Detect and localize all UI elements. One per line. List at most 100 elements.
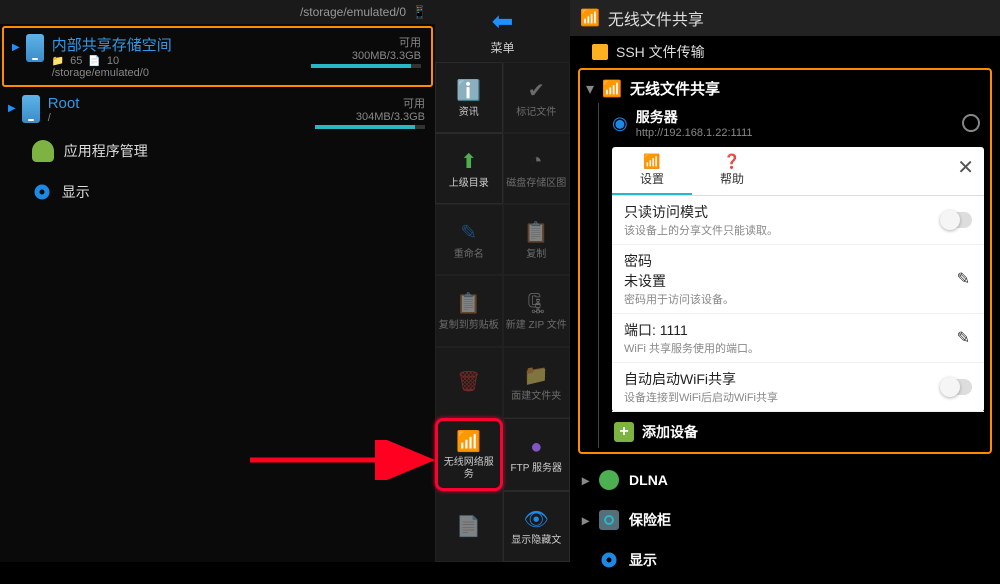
chevron-right-icon: ▸ — [582, 472, 589, 489]
up-arrow-icon: ⬆ — [455, 148, 483, 176]
toggle-switch[interactable] — [940, 379, 972, 395]
expand-icon[interactable]: ▶ — [8, 103, 16, 114]
safe-item[interactable]: ▸ 保险柜 — [578, 500, 992, 540]
menu-rename[interactable]: ✎ 重命名 — [435, 204, 503, 275]
tab-label: 帮助 — [720, 172, 744, 186]
wifi-icon: 📶 — [455, 427, 483, 455]
server-label: 服务器 — [636, 107, 753, 127]
settings-card: 📶 设置 ❓ 帮助 ✕ 只读访问模式 该设备上的分享文件只能读取。 — [612, 147, 984, 412]
storage-path: /storage/emulated/0 — [52, 67, 423, 79]
file-plus-icon: 📄 — [455, 512, 483, 540]
avail-label: 可用 — [311, 34, 421, 50]
server-row[interactable]: ◉ 服务器 http://192.168.1.22:1111 — [612, 103, 984, 143]
row-sub: 该设备上的分享文件只能读取。 — [624, 222, 972, 238]
check-icon: ✔ — [522, 77, 550, 105]
plus-icon: + — [614, 422, 634, 442]
menu-ftp-server[interactable]: ● FTP 服务器 — [503, 418, 571, 491]
storage-size: 304MB/3.3GB — [315, 111, 425, 123]
password-value: 未设置 — [624, 271, 972, 291]
menu-wifi-service[interactable]: 📶 无线网络服务 — [435, 418, 503, 491]
phone-mini-icon: 📱 — [412, 5, 427, 19]
radio-button[interactable] — [962, 114, 980, 132]
menu-mark-files[interactable]: ✔ 标记文件 — [503, 62, 571, 133]
safe-icon — [599, 510, 619, 530]
readonly-mode-row[interactable]: 只读访问模式 该设备上的分享文件只能读取。 — [612, 196, 984, 245]
storage-root[interactable]: ▶ Root / 可用 304MB/3.3GB — [0, 89, 435, 130]
phone-icon — [26, 34, 44, 62]
wifi-share-section: ▾ 📶 无线文件共享 ◉ 服务器 http://192.168.1.22:111… — [578, 68, 992, 454]
password-row[interactable]: 密码 未设置 密码用于访问该设备。 ✎ — [612, 245, 984, 314]
row-sub: WiFi 共享服务使用的端口。 — [624, 340, 972, 356]
menu-back[interactable]: ⬅ 菜单 — [435, 0, 570, 62]
broadcast-icon: ◉ — [612, 113, 628, 134]
tab-settings[interactable]: 📶 设置 — [612, 147, 692, 195]
edit-icon[interactable]: ✎ — [957, 269, 970, 289]
row-title: 自动启动WiFi共享 — [624, 369, 972, 389]
edit-icon[interactable]: ✎ — [957, 328, 970, 348]
chevron-right-icon: ▸ — [582, 512, 589, 529]
wifi-icon: 📶 — [602, 79, 622, 99]
menu-delete[interactable]: 🗑 — [435, 347, 503, 418]
menu-panel: ⬅ 菜单 ℹ️ 资讯 ✔ 标记文件 ⬆ 上级目录 ◔ 磁盘存储区图 ✎ 重命名 … — [435, 0, 570, 562]
tab-help[interactable]: ❓ 帮助 — [692, 147, 772, 195]
row-sub: 设备连接到WiFi后启动WiFi共享 — [624, 389, 972, 405]
storage-internal[interactable]: ▶ 内部共享存储空间 📁 65 📄 10 /storage/emulated/0… — [2, 26, 433, 87]
lock-icon — [592, 44, 608, 60]
eye-icon: 👁 — [522, 505, 550, 533]
dlna-item[interactable]: ▸ DLNA — [578, 460, 992, 500]
display-label: 显示 — [629, 550, 657, 570]
wifi-share-panel: 📶 无线文件共享 SSH 文件传输 ▾ 📶 无线文件共享 ◉ 服务器 http: — [570, 0, 1000, 562]
menu-new-zip[interactable]: 🗜 新建 ZIP 文件 — [503, 275, 571, 346]
info-icon: ℹ️ — [455, 77, 483, 105]
apps-label: 应用程序管理 — [64, 141, 148, 161]
pencil-icon: ✎ — [455, 219, 483, 247]
add-device[interactable]: + 添加设备 — [612, 416, 984, 448]
file-icon: 📄 — [88, 56, 100, 67]
row-title: 端口: 1111 — [624, 320, 972, 340]
clipboard-icon: 📋 — [455, 290, 483, 318]
wifi-icon: 📶 — [618, 153, 686, 170]
expand-icon[interactable]: ▶ — [12, 42, 20, 53]
menu-show-hidden[interactable]: 👁 显示隐藏文 — [503, 491, 571, 562]
storage-panel: /storage/emulated/0 📱 ▶ 内部共享存储空间 📁 65 📄 … — [0, 0, 435, 562]
toggle-switch[interactable] — [940, 212, 972, 228]
apps-management[interactable]: ▶ 应用程序管理 — [0, 130, 435, 172]
display-settings[interactable]: ▶ 显示 — [0, 172, 435, 212]
ftp-icon: ● — [522, 433, 550, 461]
port-row[interactable]: 端口: 1111 WiFi 共享服务使用的端口。 ✎ — [612, 314, 984, 363]
menu-disk-map[interactable]: ◔ 磁盘存储区图 — [503, 133, 571, 204]
panel-header: 📶 无线文件共享 — [570, 0, 1000, 36]
path-header: /storage/emulated/0 📱 — [0, 0, 435, 24]
phone-icon — [22, 95, 40, 123]
menu-info[interactable]: ℹ️ 资讯 — [435, 62, 503, 133]
pie-icon: ◔ — [522, 148, 550, 176]
zip-icon: 🗜 — [522, 290, 550, 318]
menu-copy[interactable]: 📋 复制 — [503, 204, 571, 275]
menu-up-dir[interactable]: ⬆ 上级目录 — [435, 133, 503, 204]
menu-new-folder[interactable]: 📁 面建文件夹 — [503, 347, 571, 418]
avail-label: 可用 — [315, 95, 425, 111]
annotation-arrow — [250, 440, 440, 480]
row-title: 只读访问模式 — [624, 202, 972, 222]
ssh-label: SSH 文件传输 — [616, 42, 705, 62]
header-title: 无线文件共享 — [608, 6, 704, 30]
folder-plus-icon: 📁 — [522, 361, 550, 389]
ssh-transfer[interactable]: SSH 文件传输 — [578, 40, 992, 68]
trash-icon: 🗑 — [455, 367, 483, 395]
display-label: 显示 — [62, 182, 90, 202]
section-title: 无线文件共享 — [630, 78, 720, 99]
wifi-icon: 📶 — [580, 8, 600, 28]
section-header[interactable]: ▾ 📶 无线文件共享 — [586, 74, 984, 103]
add-device-label: 添加设备 — [642, 422, 698, 442]
back-arrow-icon: ⬅ — [492, 6, 514, 37]
gear-icon — [32, 182, 52, 202]
folder-icon: 📁 — [52, 56, 64, 67]
autostart-row[interactable]: 自动启动WiFi共享 设备连接到WiFi后启动WiFi共享 — [612, 363, 984, 412]
menu-clipboard[interactable]: 📋 复制到剪贴板 — [435, 275, 503, 346]
storage-size: 300MB/3.3GB — [311, 50, 421, 62]
display-item[interactable]: ▸ 显示 — [578, 540, 992, 580]
dlna-icon — [599, 470, 619, 490]
menu-empty: 📄 — [435, 491, 503, 562]
close-button[interactable]: ✕ — [957, 155, 974, 180]
copy-icon: 📋 — [522, 219, 550, 247]
